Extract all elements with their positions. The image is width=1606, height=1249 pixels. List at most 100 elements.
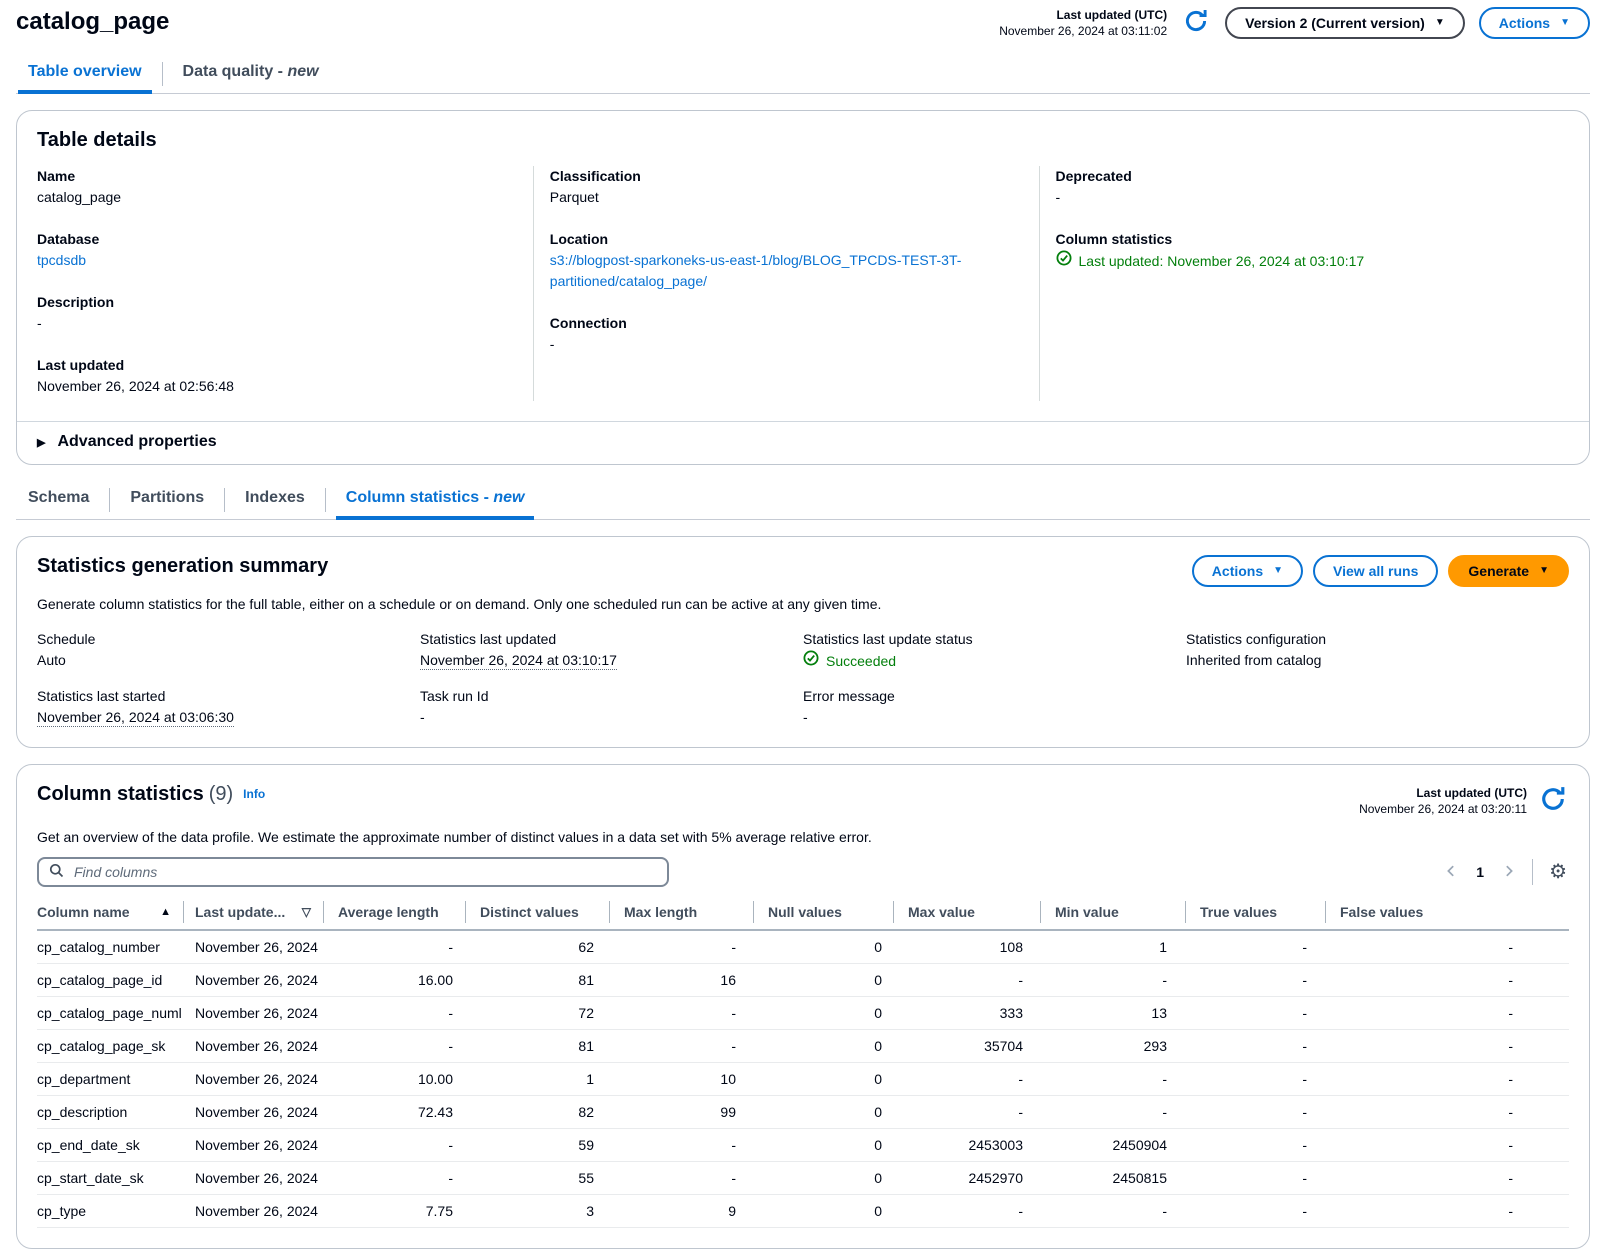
refresh-button[interactable] <box>1181 6 1211 39</box>
cell-max-value: - <box>893 1195 1040 1228</box>
header-column-name-label: Column name <box>37 904 130 920</box>
header-distinct-values-label: Distinct values <box>480 904 579 920</box>
cell-max-length: 9 <box>609 1195 753 1228</box>
cell-min-value: - <box>1040 964 1185 997</box>
header-actions-button[interactable]: Actions ▼ <box>1479 7 1590 39</box>
tab-divider <box>325 488 326 512</box>
column-stats-toolbar: 1 ⚙ <box>37 857 1569 887</box>
generate-label: Generate <box>1468 563 1529 579</box>
cell-last-updated: November 26, 2024 <box>183 997 323 1030</box>
cell-max-length: 99 <box>609 1096 753 1129</box>
table-row: cp_end_date_sk November 26, 2024 - 59 - … <box>37 1129 1569 1162</box>
table-details-col-3: Deprecated - Column statistics Last upda… <box>1039 166 1569 401</box>
field-name: Name catalog_page <box>37 166 509 208</box>
page-number[interactable]: 1 <box>1474 864 1486 880</box>
settings-button[interactable]: ⚙ <box>1547 860 1569 884</box>
next-page-button[interactable] <box>1500 862 1518 883</box>
field-error: Error message - <box>803 686 1186 727</box>
cell-max-value: 108 <box>893 930 1040 964</box>
cell-distinct-values: 1 <box>465 1063 609 1096</box>
chevron-left-icon <box>1444 864 1458 881</box>
stats-summary-description: Generate column statistics for the full … <box>37 594 1569 614</box>
field-last-started-label: Statistics last started <box>37 686 420 706</box>
table-details-col-1: Name catalog_page Database tpcdsdb Descr… <box>37 166 533 401</box>
location-link[interactable]: s3://blogpost-sparkoneks-us-east-1/blog/… <box>550 250 1015 292</box>
cell-min-value: - <box>1040 1096 1185 1129</box>
field-database: Database tpcdsdb <box>37 229 509 271</box>
version-select-button[interactable]: Version 2 (Current version) ▼ <box>1225 7 1465 39</box>
cell-false-values: - <box>1325 1195 1569 1228</box>
header-false-values-label: False values <box>1340 904 1423 920</box>
header-true-values[interactable]: True values <box>1185 899 1325 930</box>
field-connection: Connection - <box>550 313 1015 355</box>
header-min-value[interactable]: Min value <box>1040 899 1185 930</box>
info-link[interactable]: Info <box>243 787 265 801</box>
table-row: cp_start_date_sk November 26, 2024 - 55 … <box>37 1162 1569 1195</box>
last-updated-block: Last updated (UTC) November 26, 2024 at … <box>999 7 1167 39</box>
header-false-values[interactable]: False values <box>1325 899 1569 930</box>
header-last-updated[interactable]: Last update...▽ <box>183 899 323 930</box>
header-column-name[interactable]: Column name▲ <box>37 899 183 930</box>
cell-null-values: 0 <box>753 964 893 997</box>
cell-true-values: - <box>1185 1129 1325 1162</box>
header-max-length[interactable]: Max length <box>609 899 753 930</box>
field-task-run-label: Task run Id <box>420 686 803 706</box>
version-select-label: Version 2 (Current version) <box>1245 15 1425 31</box>
cell-distinct-values: 55 <box>465 1162 609 1195</box>
cell-max-value: - <box>893 1096 1040 1129</box>
field-stats-last-updated: Statistics last updated November 26, 202… <box>420 629 803 671</box>
database-link[interactable]: tpcdsdb <box>37 252 86 268</box>
tab-table-overview-label: Table overview <box>28 63 142 80</box>
sort-descending-icon: ▽ <box>302 905 311 919</box>
cell-average-length: - <box>323 1129 465 1162</box>
column-stats-last-updated-block: Last updated (UTC) November 26, 2024 at … <box>1359 785 1527 817</box>
field-classification-value: Parquet <box>550 187 1015 208</box>
tab-indexes-label: Indexes <box>245 489 305 506</box>
header-distinct-values[interactable]: Distinct values <box>465 899 609 930</box>
advanced-properties-toggle[interactable]: ▶ Advanced properties <box>17 421 1589 464</box>
cell-average-length: - <box>323 1162 465 1195</box>
header-null-values[interactable]: Null values <box>753 899 893 930</box>
column-stats-title-wrap: Column statistics (9) Info <box>37 783 265 806</box>
cell-column-name: cp_catalog_page_id <box>37 964 183 997</box>
stats-summary-title: Statistics generation summary <box>37 555 328 578</box>
tab-table-overview[interactable]: Table overview <box>16 55 154 93</box>
refresh-button[interactable] <box>1537 783 1569 818</box>
tab-indexes[interactable]: Indexes <box>233 481 317 519</box>
search-input[interactable] <box>72 863 657 881</box>
header-max-value[interactable]: Max value <box>893 899 1040 930</box>
field-column-statistics: Column statistics Last updated: November… <box>1056 229 1545 272</box>
cell-max-length: 16 <box>609 964 753 997</box>
cell-false-values: - <box>1325 964 1569 997</box>
field-classification-label: Classification <box>550 166 1015 187</box>
cell-false-values: - <box>1325 1129 1569 1162</box>
last-updated-value: November 26, 2024 at 03:11:02 <box>999 23 1167 39</box>
caret-down-icon: ▼ <box>1435 18 1445 28</box>
field-column-statistics-label: Column statistics <box>1056 229 1545 250</box>
page-header: catalog_page Last updated (UTC) November… <box>16 6 1590 39</box>
tab-partitions[interactable]: Partitions <box>118 481 216 519</box>
stats-actions-button[interactable]: Actions ▼ <box>1192 555 1303 587</box>
tab-column-statistics[interactable]: Column statistics - new <box>334 481 537 519</box>
tab-data-quality[interactable]: Data quality - new <box>171 55 331 93</box>
view-all-runs-button[interactable]: View all runs <box>1313 555 1438 587</box>
cell-max-value: 333 <box>893 997 1040 1030</box>
cell-max-value: - <box>893 964 1040 997</box>
header-min-value-label: Min value <box>1055 904 1119 920</box>
cell-min-value: 2450815 <box>1040 1162 1185 1195</box>
field-schedule-label: Schedule <box>37 629 420 649</box>
field-connection-value: - <box>550 334 1015 355</box>
tab-schema[interactable]: Schema <box>16 481 101 519</box>
cell-null-values: 0 <box>753 1063 893 1096</box>
previous-page-button[interactable] <box>1442 862 1460 883</box>
table-details-columns: Name catalog_page Database tpcdsdb Descr… <box>37 166 1569 401</box>
field-deprecated: Deprecated - <box>1056 166 1545 208</box>
caret-down-icon: ▼ <box>1560 18 1570 28</box>
cell-true-values: - <box>1185 1030 1325 1063</box>
column-stats-count: (9) <box>209 783 233 806</box>
cell-true-values: - <box>1185 930 1325 964</box>
generate-button[interactable]: Generate ▼ <box>1448 555 1569 587</box>
header-average-length[interactable]: Average length <box>323 899 465 930</box>
field-stats-last-updated-label: Statistics last updated <box>420 629 803 649</box>
cell-null-values: 0 <box>753 1030 893 1063</box>
